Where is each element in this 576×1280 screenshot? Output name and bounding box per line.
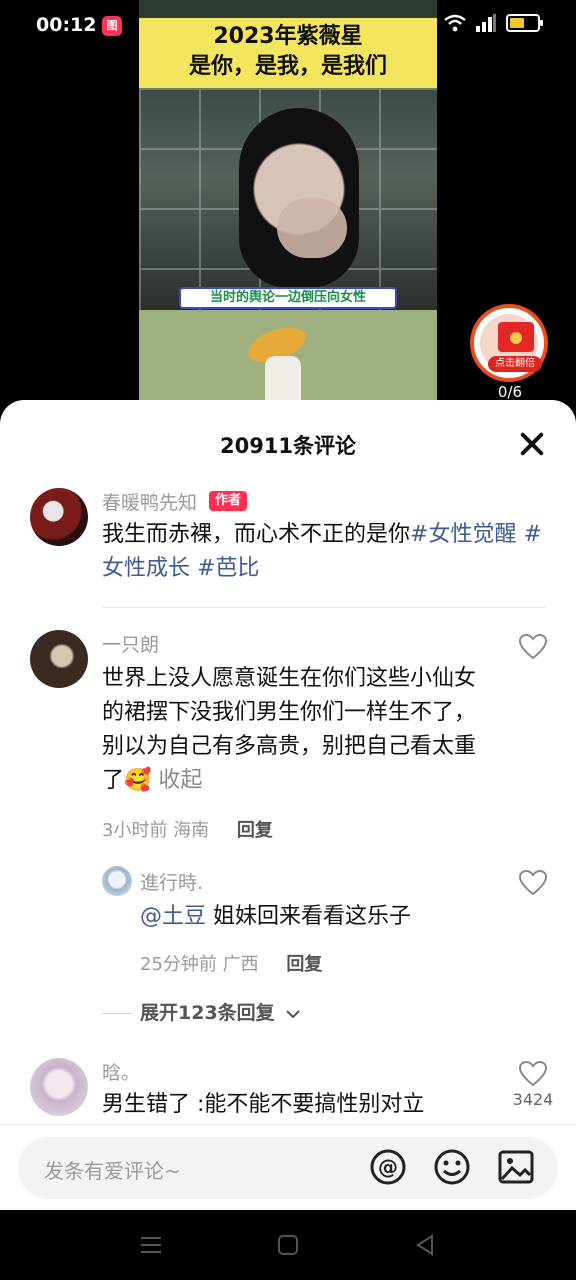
- video-title-line1: 2023年紫薇星: [213, 24, 363, 49]
- at-symbol: @: [378, 1155, 398, 1179]
- video-title-line2: 是你，是我，是我们: [188, 54, 387, 79]
- avatar[interactable]: [30, 630, 88, 688]
- avatar[interactable]: [30, 1058, 88, 1116]
- heart-icon[interactable]: [518, 869, 548, 896]
- red-packet-inner: 点击翻倍: [480, 314, 542, 372]
- comment-body: 姐妹回来看看这乐子: [213, 904, 412, 929]
- hand-figure: [277, 198, 347, 258]
- image-icon[interactable]: [496, 1147, 536, 1187]
- video-frame: [139, 88, 437, 310]
- comment-text[interactable]: 男生错了 :能不能不要搞性别对立: [102, 1088, 482, 1122]
- back-icon[interactable]: [412, 1232, 438, 1258]
- mention-icon[interactable]: @: [368, 1147, 408, 1187]
- red-packet-button[interactable]: 点击翻倍: [470, 304, 548, 382]
- input-placeholder: 发条有爱评论~: [44, 1159, 181, 1183]
- heart-icon[interactable]: [518, 1060, 548, 1087]
- divider: [102, 1013, 132, 1014]
- comment-location: 海南: [173, 820, 210, 841]
- comment-time: 3小时前: [102, 820, 168, 841]
- emoji-icon[interactable]: [432, 1147, 472, 1187]
- reply-button[interactable]: 回复: [237, 820, 273, 841]
- comment-username[interactable]: 一只朗: [102, 630, 159, 657]
- heart-icon[interactable]: [518, 633, 548, 660]
- reply-button[interactable]: 回复: [286, 954, 322, 975]
- comment-input[interactable]: 发条有爱评论~ @: [18, 1137, 558, 1199]
- close-icon[interactable]: [518, 430, 546, 458]
- comment-text[interactable]: 我生而赤裸，而心术不正的是你#女性觉醒 #女性成长 #芭比: [102, 518, 546, 586]
- coin-icon: [510, 332, 522, 344]
- home-icon[interactable]: [275, 1232, 301, 1258]
- red-packet-label: 点击翻倍: [488, 356, 542, 372]
- comment-input-bar: 发条有爱评论~ @: [0, 1124, 576, 1210]
- battery-level: [510, 18, 524, 28]
- avatar[interactable]: [102, 866, 132, 896]
- chevron-down-icon: [286, 1009, 301, 1018]
- comment-body: 我生而赤裸，而心术不正的是你: [102, 522, 411, 547]
- comment-username[interactable]: 進行時.: [140, 868, 203, 895]
- comment-time: 25分钟前: [140, 954, 217, 975]
- comment-text[interactable]: 世界上没人愿意诞生在你们这些小仙女的裙摆下没我们男生你们一样生不了，别以为自己有…: [102, 662, 482, 798]
- red-packet-progress: 0/6: [497, 383, 523, 401]
- video-title-banner: 2023年紫薇星 是你，是我，是我们: [139, 18, 437, 88]
- like-count: 3424: [512, 1090, 554, 1109]
- divider: [102, 607, 546, 608]
- app-notification-icon: 图: [102, 16, 122, 36]
- comment-username[interactable]: 晗。: [102, 1058, 140, 1085]
- comment-meta: 3小时前 海南 回复: [102, 816, 273, 842]
- expand-replies-label: 展开123条回复: [140, 1002, 275, 1024]
- dress-shape: [265, 356, 301, 400]
- video-player[interactable]: 2023年紫薇星 是你，是我，是我们 当时的舆论一边倒压向女性: [139, 0, 437, 400]
- signal-icon: [476, 14, 496, 32]
- system-nav-bar: [0, 1210, 576, 1280]
- video-subtitle: 当时的舆论一边倒压向女性: [179, 287, 397, 309]
- status-time: 00:12: [36, 14, 97, 36]
- expand-replies-button[interactable]: 展开123条回复: [102, 998, 301, 1025]
- menu-icon[interactable]: [138, 1232, 164, 1258]
- comment-count-title: 20911条评论: [219, 434, 357, 458]
- comment-text[interactable]: @土豆 姐妹回来看看这乐子: [140, 900, 500, 934]
- comment-location: 广西: [222, 954, 259, 975]
- wifi-icon: [444, 14, 466, 32]
- avatar[interactable]: [30, 488, 88, 546]
- collapse-link[interactable]: 收起: [158, 768, 202, 793]
- comment-sheet: 20911条评论 春暖鸭先知 作者 我生而赤裸，而心术不正的是你#女性觉醒 #女…: [0, 400, 576, 1210]
- status-icons: [444, 14, 543, 32]
- mention-link[interactable]: @土豆: [140, 904, 206, 929]
- comment-username[interactable]: 春暖鸭先知: [102, 488, 197, 515]
- girl-illustration: [243, 320, 317, 400]
- battery-icon: [506, 14, 543, 32]
- comment-meta: 25分钟前 广西 回复: [140, 950, 322, 976]
- author-badge: 作者: [209, 491, 247, 511]
